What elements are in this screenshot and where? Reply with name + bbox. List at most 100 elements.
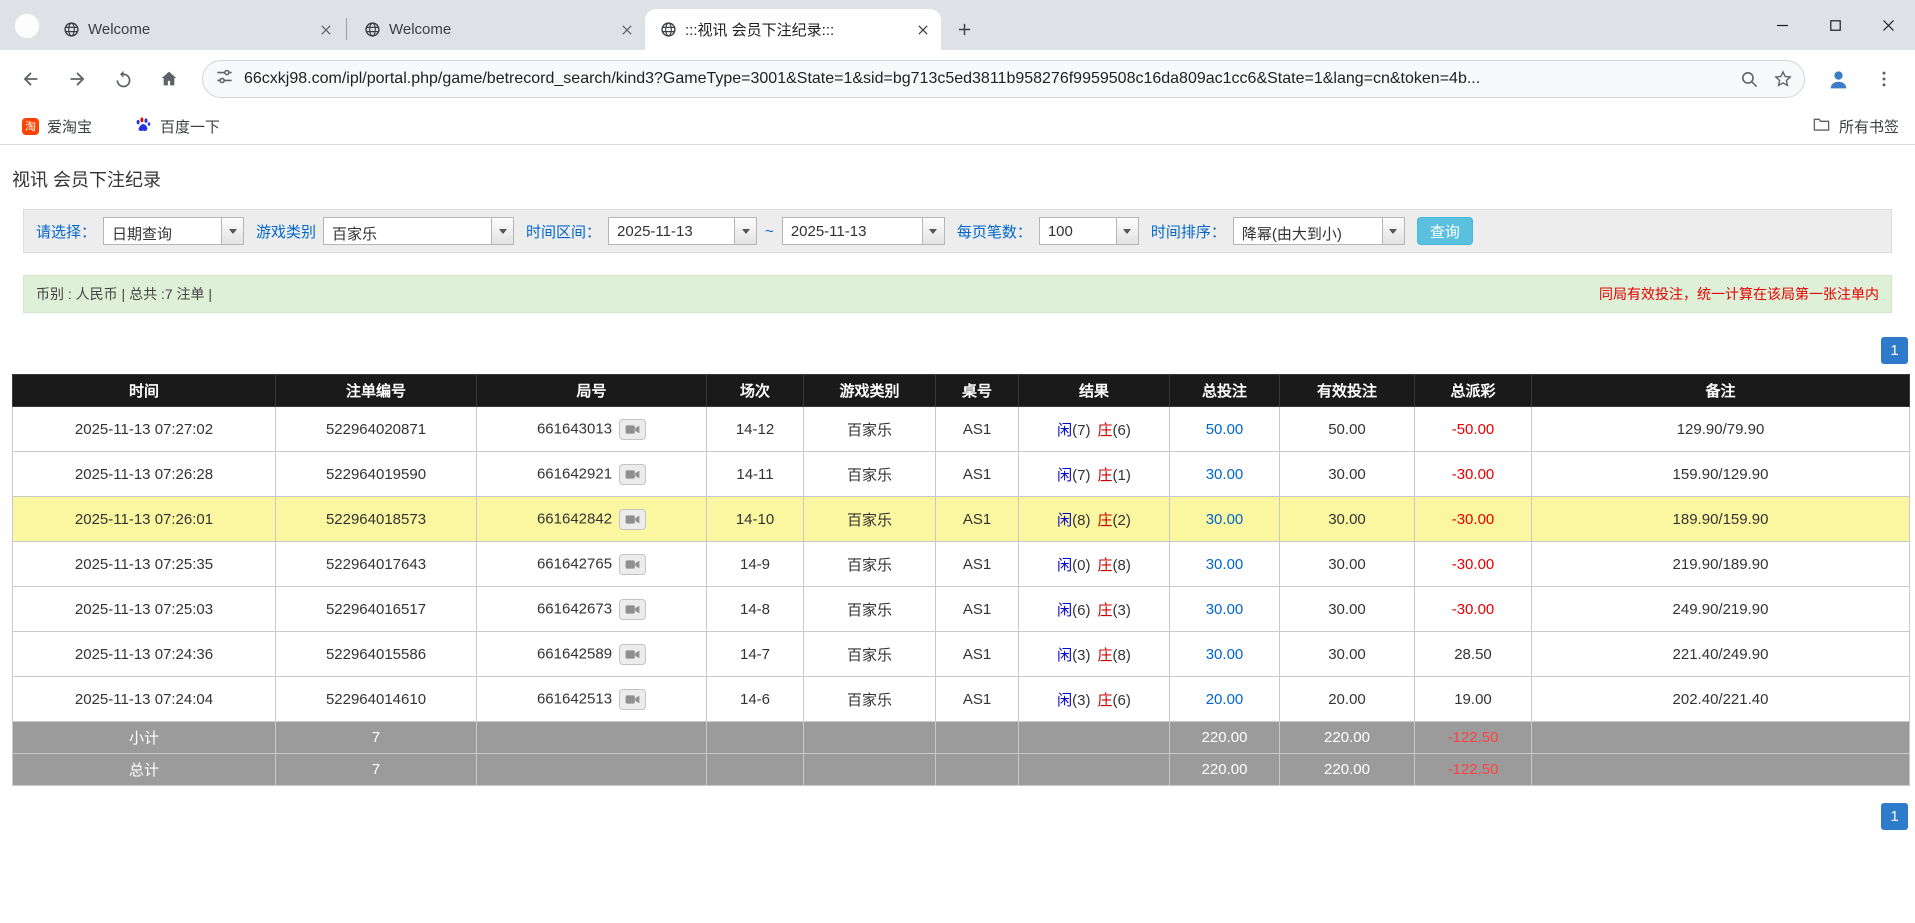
col-header-round: 局号	[477, 375, 707, 407]
date-from-combobox[interactable]: 2025-11-13	[608, 217, 757, 245]
close-button[interactable]	[1862, 0, 1915, 50]
video-replay-icon[interactable]	[619, 599, 646, 620]
tab-strip-button[interactable]	[14, 13, 40, 39]
bookmark-label: 百度一下	[160, 116, 220, 137]
date-type-combobox[interactable]: 日期查询	[103, 217, 244, 245]
chevron-down-icon	[221, 218, 243, 244]
cell-bet-id: 522964018573	[276, 497, 477, 542]
browser-tab-2[interactable]: Welcome	[349, 9, 645, 50]
all-bookmarks[interactable]: 所有书签	[1812, 115, 1899, 138]
cell-table-no: AS1	[936, 497, 1019, 542]
cell-session: 14-9	[707, 542, 804, 587]
reload-button[interactable]	[102, 58, 144, 100]
total-bet-link[interactable]: 30.00	[1206, 466, 1244, 483]
video-replay-icon[interactable]	[619, 419, 646, 440]
total-count: 7	[276, 754, 477, 786]
col-header-game-type: 游戏类别	[804, 375, 936, 407]
bookmark-item-baidu[interactable]: 百度一下	[128, 112, 226, 140]
page-title: 视讯 会员下注纪录	[12, 169, 1915, 191]
cell-total-bet: 30.00	[1170, 587, 1280, 632]
cell-valid-bet: 30.00	[1280, 587, 1415, 632]
cell-table-no: AS1	[936, 632, 1019, 677]
chevron-down-icon	[491, 218, 513, 244]
cell-round: 661642589	[477, 632, 707, 677]
video-replay-icon[interactable]	[619, 509, 646, 530]
site-info-icon[interactable]	[215, 67, 234, 91]
total-bet-link[interactable]: 30.00	[1206, 601, 1244, 618]
cell-remark: 219.90/189.90	[1532, 542, 1910, 587]
tab-title: Welcome	[88, 21, 308, 38]
date-type-value: 日期查询	[104, 218, 221, 244]
url-bar[interactable]: 66cxkj98.com/ipl/portal.php/game/betreco…	[202, 60, 1805, 98]
bookmark-star-icon[interactable]	[1766, 62, 1800, 96]
page-1-button[interactable]: 1	[1881, 803, 1908, 830]
forward-button[interactable]	[56, 58, 98, 100]
back-button[interactable]	[10, 58, 52, 100]
cell-table-no: AS1	[936, 452, 1019, 497]
table-row: 2025-11-13 07:24:36 522964015586 6616425…	[13, 632, 1910, 677]
valid-bet-notice: 同局有效投注，统一计算在该局第一张注单内	[1599, 284, 1879, 304]
filter-label-select: 请选择：	[36, 221, 96, 242]
total-bet-link[interactable]: 50.00	[1206, 421, 1244, 438]
col-header-time: 时间	[13, 375, 276, 407]
all-bookmarks-label: 所有书签	[1839, 116, 1899, 137]
total-bet-link[interactable]: 30.00	[1206, 511, 1244, 528]
sort-order-combobox[interactable]: 降幂(由大到小)	[1233, 217, 1405, 245]
game-type-combobox[interactable]: 百家乐	[323, 217, 514, 245]
total-bet-link[interactable]: 20.00	[1206, 691, 1244, 708]
video-replay-icon[interactable]	[619, 554, 646, 575]
home-button[interactable]	[148, 58, 190, 100]
maximize-button[interactable]	[1809, 0, 1862, 50]
cell-time: 2025-11-13 07:24:36	[13, 632, 276, 677]
cell-valid-bet: 30.00	[1280, 497, 1415, 542]
video-replay-icon[interactable]	[619, 644, 646, 665]
cell-payout: 19.00	[1415, 677, 1532, 722]
page-1-button[interactable]: 1	[1881, 337, 1908, 364]
url-text: 66cxkj98.com/ipl/portal.php/game/betreco…	[244, 70, 1732, 88]
browser-menu-icon[interactable]	[1863, 58, 1905, 100]
browser-tab-active[interactable]: :::视讯 会员下注纪录:::	[645, 9, 941, 50]
table-row: 2025-11-13 07:26:01 522964018573 6616428…	[13, 497, 1910, 542]
video-replay-icon[interactable]	[619, 464, 646, 485]
col-header-table-no: 桌号	[936, 375, 1019, 407]
total-bet-link[interactable]: 30.00	[1206, 646, 1244, 663]
minimize-button[interactable]	[1756, 0, 1809, 50]
col-header-remark: 备注	[1532, 375, 1910, 407]
subtotal-valid-bet: 220.00	[1280, 722, 1415, 754]
browser-toolbar: 66cxkj98.com/ipl/portal.php/game/betreco…	[0, 50, 1915, 108]
cell-game-type: 百家乐	[804, 497, 936, 542]
cell-table-no: AS1	[936, 407, 1019, 452]
cell-total-bet: 30.00	[1170, 452, 1280, 497]
table-row: 2025-11-13 07:25:35 522964017643 6616427…	[13, 542, 1910, 587]
zoom-icon[interactable]	[1732, 62, 1766, 96]
table-header-row: 时间 注单编号 局号 场次 游戏类别 桌号 结果 总投注 有效投注 总派彩 备注	[13, 375, 1910, 407]
date-to-combobox[interactable]: 2025-11-13	[782, 217, 945, 245]
cell-time: 2025-11-13 07:26:28	[13, 452, 276, 497]
browser-tab-1[interactable]: Welcome	[48, 9, 344, 50]
bookmark-item-taobao[interactable]: 淘 爱淘宝	[16, 113, 98, 140]
search-button[interactable]: 查询	[1417, 217, 1473, 245]
cell-total-bet: 30.00	[1170, 632, 1280, 677]
cell-total-bet: 30.00	[1170, 542, 1280, 587]
new-tab-button[interactable]	[949, 14, 979, 44]
baidu-paw-icon	[134, 115, 152, 137]
tab-close-icon[interactable]	[316, 20, 336, 40]
page-size-combobox[interactable]: 100	[1039, 217, 1139, 245]
cell-total-bet: 20.00	[1170, 677, 1280, 722]
cell-remark: 202.40/221.40	[1532, 677, 1910, 722]
cell-total-bet: 30.00	[1170, 497, 1280, 542]
folder-icon	[1812, 115, 1831, 138]
globe-favicon	[62, 21, 80, 39]
total-bet-link[interactable]: 30.00	[1206, 556, 1244, 573]
video-replay-icon[interactable]	[619, 689, 646, 710]
tab-close-icon[interactable]	[617, 20, 637, 40]
date-from-value: 2025-11-13	[609, 218, 734, 244]
tab-title: :::视讯 会员下注纪录:::	[685, 19, 905, 40]
cell-round: 661642513	[477, 677, 707, 722]
cell-result: 闲(3)庄(6)	[1019, 677, 1170, 722]
cell-game-type: 百家乐	[804, 677, 936, 722]
tab-bar: Welcome Welcome :::视讯 会员下注纪录:::	[0, 0, 1915, 50]
tab-close-icon[interactable]	[913, 20, 933, 40]
currency-summary-text: 币别 : 人民币 | 总共 :7 注单 |	[36, 284, 212, 304]
profile-avatar[interactable]	[1817, 58, 1859, 100]
